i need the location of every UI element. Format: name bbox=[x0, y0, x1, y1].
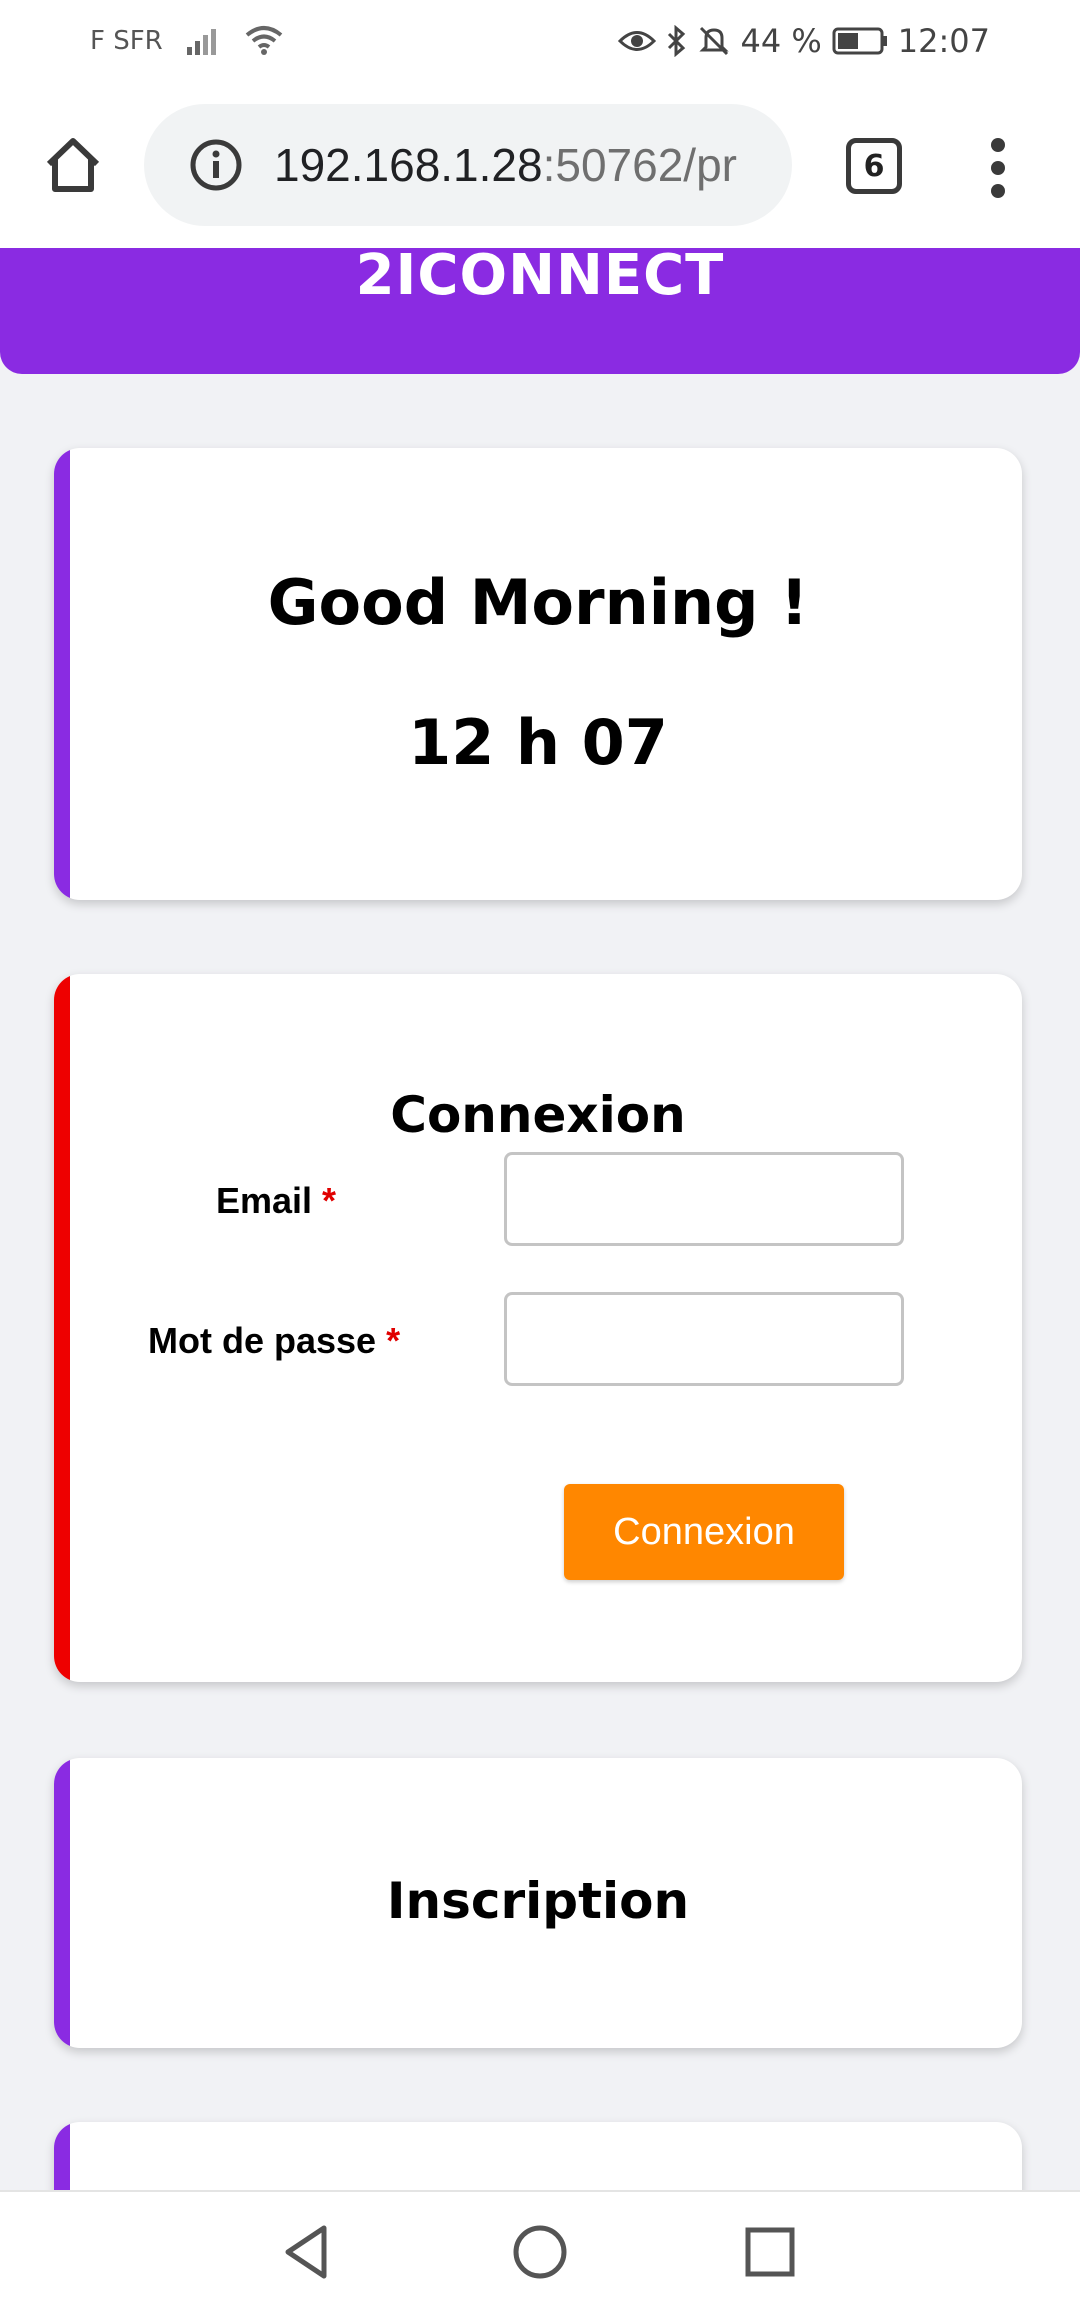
recents-button[interactable] bbox=[730, 2212, 810, 2292]
card-accent bbox=[54, 974, 70, 1682]
address-bar[interactable]: 192.168.1.28:50762/pr bbox=[144, 104, 792, 226]
signup-card[interactable]: Inscription bbox=[54, 1758, 1022, 2048]
tab-switcher-button[interactable]: 6 bbox=[846, 138, 902, 194]
status-left: F SFR bbox=[90, 25, 283, 57]
square-icon bbox=[745, 2227, 795, 2277]
clock-time: 12:07 bbox=[897, 22, 990, 60]
circle-icon bbox=[513, 2225, 567, 2279]
home-button[interactable] bbox=[38, 130, 108, 200]
email-label: Email * bbox=[216, 1180, 336, 1222]
battery-percent: 44 % bbox=[740, 22, 822, 60]
bluetooth-icon bbox=[666, 25, 688, 57]
url-host: 192.168.1.28 bbox=[274, 139, 543, 191]
back-icon bbox=[285, 2225, 327, 2279]
password-field[interactable] bbox=[504, 1292, 904, 1386]
app-header: 2ICONNECT bbox=[0, 248, 1080, 374]
url-path: :50762/pr bbox=[542, 139, 737, 191]
back-button[interactable] bbox=[268, 2212, 348, 2292]
menu-dot bbox=[991, 184, 1005, 198]
greeting-card: Good Morning ! 12 h 07 bbox=[54, 448, 1022, 900]
overflow-menu-button[interactable] bbox=[978, 138, 1018, 198]
signal-icon bbox=[186, 27, 221, 55]
app-title: 2ICONNECT bbox=[355, 243, 725, 308]
signup-title: Inscription bbox=[386, 1872, 690, 1930]
email-field[interactable] bbox=[504, 1152, 904, 1246]
password-label: Mot de passe * bbox=[148, 1320, 400, 1362]
greeting-text: Good Morning ! bbox=[267, 566, 809, 639]
login-button[interactable]: Connexion bbox=[564, 1484, 844, 1580]
email-label-text: Email bbox=[216, 1180, 313, 1221]
login-title: Connexion bbox=[390, 1086, 686, 1144]
status-right: 44 % 12:07 bbox=[618, 22, 990, 60]
status-bar: F SFR 44 % 12:07 bbox=[0, 0, 1080, 82]
system-nav-bar bbox=[0, 2190, 1080, 2312]
info-icon[interactable] bbox=[188, 137, 244, 193]
menu-dot bbox=[991, 161, 1005, 175]
required-mark: * bbox=[386, 1320, 401, 1361]
card-accent bbox=[54, 448, 70, 900]
mute-icon bbox=[698, 25, 730, 57]
battery-icon bbox=[832, 27, 888, 55]
tab-count: 6 bbox=[863, 148, 885, 184]
url-text: 192.168.1.28:50762/pr bbox=[274, 138, 737, 192]
login-card: Connexion Email * Mot de passe * Connexion bbox=[54, 974, 1022, 1682]
greeting-clock: 12 h 07 bbox=[408, 706, 668, 779]
menu-dot bbox=[991, 138, 1005, 152]
home-nav-button[interactable] bbox=[500, 2212, 580, 2292]
password-label-text: Mot de passe bbox=[148, 1320, 377, 1361]
required-mark: * bbox=[322, 1180, 337, 1221]
home-icon bbox=[46, 138, 100, 192]
wifi-icon bbox=[245, 25, 283, 57]
carrier-label: F SFR bbox=[90, 26, 163, 56]
eye-icon bbox=[618, 28, 657, 54]
browser-toolbar: 192.168.1.28:50762/pr 6 bbox=[0, 82, 1080, 248]
